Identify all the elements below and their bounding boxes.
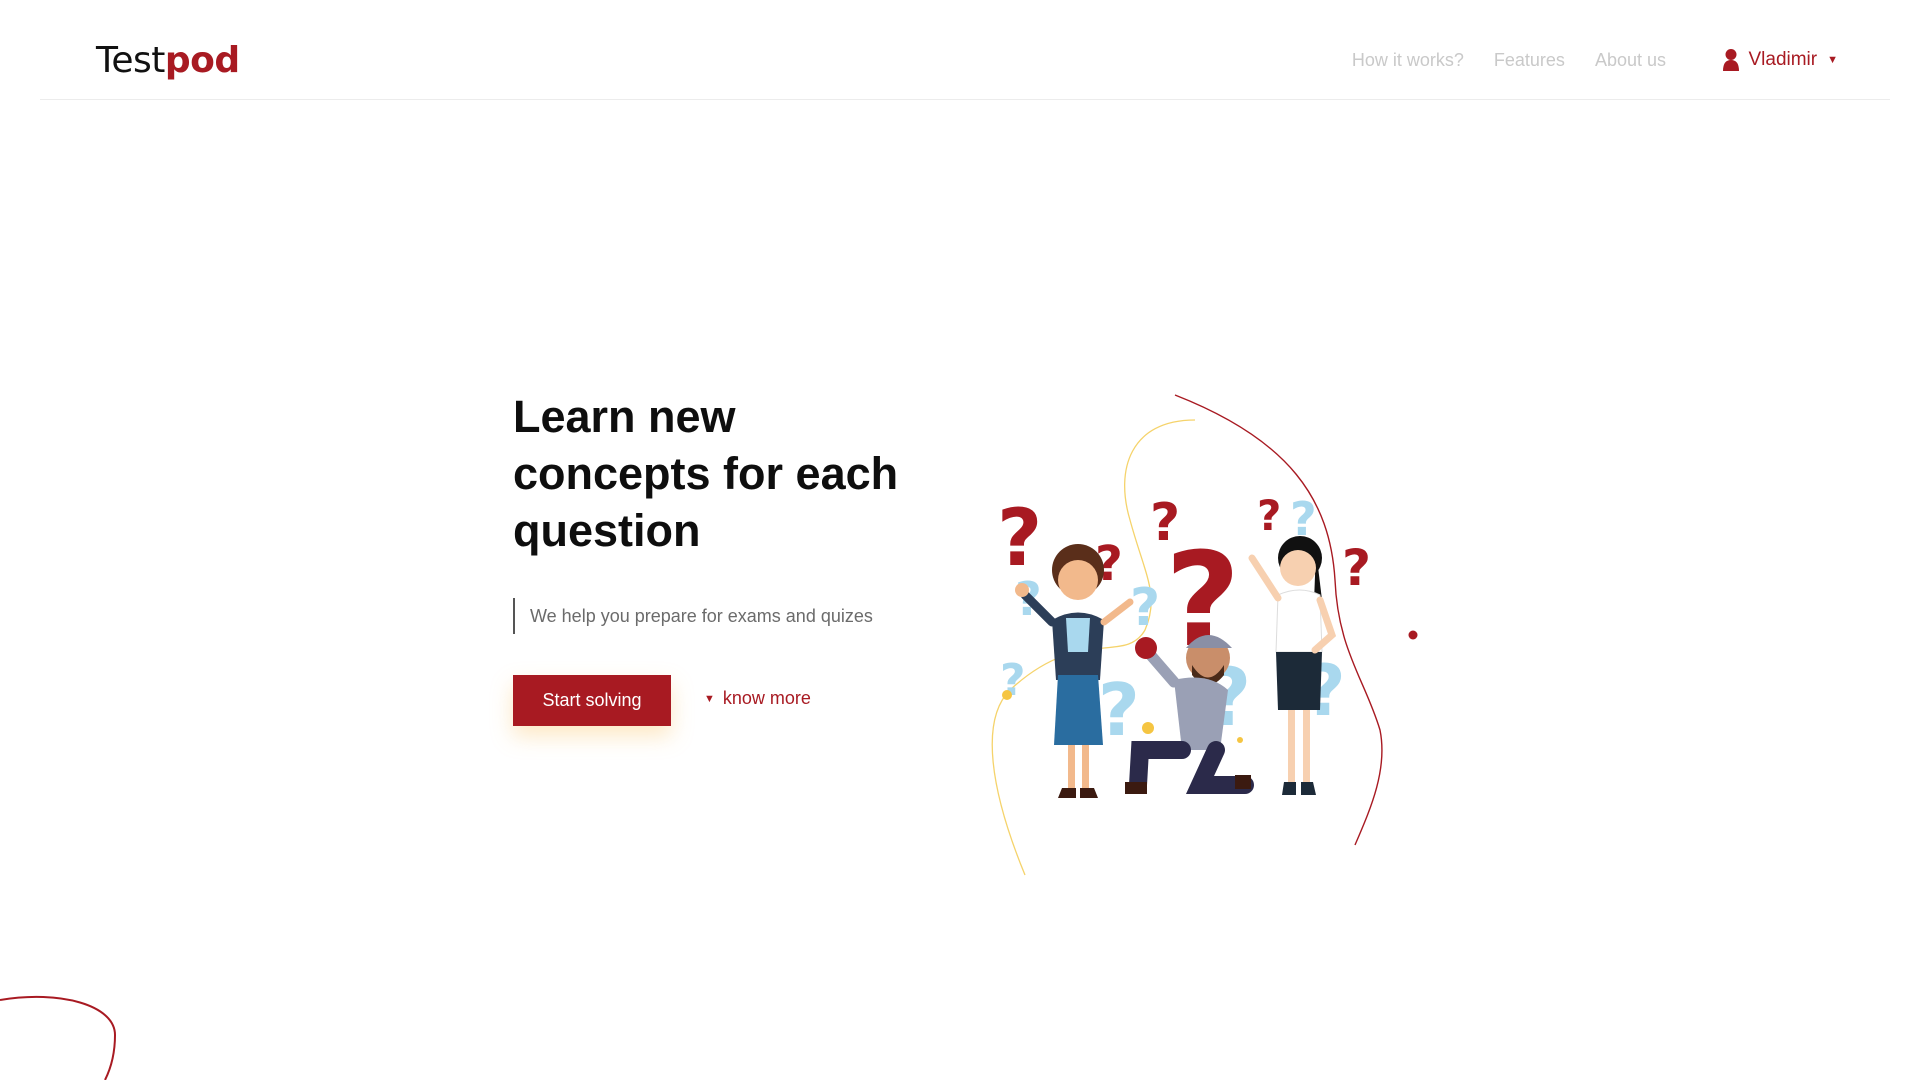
testpod-logo[interactable]: Testpod [96, 36, 240, 86]
user-icon [1722, 48, 1740, 72]
nav-link-features[interactable]: Features [1494, 50, 1565, 71]
svg-text:?: ? [1130, 578, 1160, 638]
landing-page: Testpod How it works? Features About us … [0, 0, 1920, 1080]
svg-text:?: ? [1257, 491, 1281, 540]
woman-right-figure [1248, 536, 1337, 795]
chevron-down-icon: ▼ [1827, 54, 1838, 66]
svg-text:?: ? [1342, 539, 1371, 597]
nav-link-about-us[interactable]: About us [1595, 50, 1666, 71]
user-name: Vladimir [1748, 49, 1818, 70]
nav-link-how-it-works[interactable]: How it works? [1352, 50, 1464, 71]
hero-illustration: ? ? ? ? ? ? ? ? ? ? ? ? ? [991, 394, 1418, 876]
logo-text-accent: pod [164, 40, 240, 81]
main-nav: How it works? Features About us [1352, 50, 1666, 71]
svg-text:?: ? [1098, 668, 1140, 752]
svg-text:?: ? [997, 494, 1042, 584]
know-more-label: know more [722, 688, 811, 708]
top-navbar: Testpod How it works? Features About us … [40, 0, 1890, 100]
hero-subtitle: We help you prepare for exams and quizes [513, 598, 873, 634]
hero-title: Learn new concepts for each question [513, 391, 899, 556]
user-menu-dropdown[interactable]: Vladimir ▼ [1722, 48, 1838, 72]
start-solving-button[interactable]: Start solving [513, 675, 671, 726]
logo-text-primary: Test [96, 40, 165, 81]
know-more-link[interactable]: ▼ know more [704, 688, 811, 709]
caret-down-icon: ▼ [704, 692, 715, 705]
decorative-curve [0, 995, 117, 1080]
